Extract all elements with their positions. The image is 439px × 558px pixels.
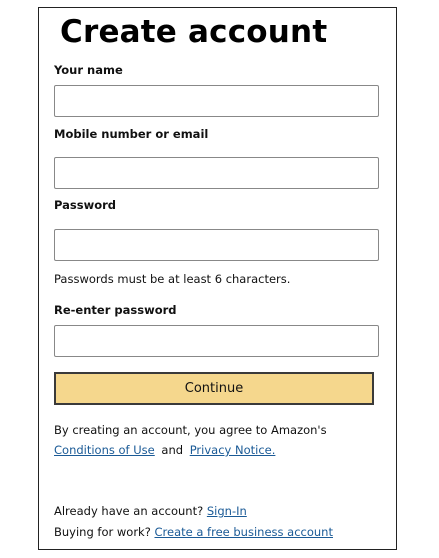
- contact-field[interactable]: [54, 157, 379, 189]
- name-label: Your name: [54, 63, 123, 77]
- sign-in-link[interactable]: Sign-In: [207, 504, 247, 518]
- sign-in-prompt: Already have an account? Sign-In: [54, 504, 247, 518]
- privacy-notice-link[interactable]: Privacy Notice.: [190, 443, 276, 457]
- password-label: Password: [54, 198, 116, 212]
- name-field[interactable]: [54, 85, 379, 117]
- legal-line-1: By creating an account, you agree to Ama…: [54, 423, 327, 437]
- business-prompt: Buying for work? Create a free business …: [54, 525, 333, 539]
- password-hint: Passwords must be at least 6 characters.: [54, 272, 291, 286]
- legal-notice: By creating an account, you agree to Ama…: [54, 420, 327, 460]
- have-account-text: Already have an account?: [54, 504, 204, 518]
- business-account-link[interactable]: Create a free business account: [154, 525, 333, 539]
- reenter-password-field[interactable]: [54, 325, 379, 357]
- and-text: and: [161, 443, 184, 457]
- contact-label: Mobile number or email: [54, 127, 209, 141]
- buying-for-work-text: Buying for work?: [54, 525, 151, 539]
- legal-line-2: Conditions of Use and Privacy Notice.: [54, 440, 327, 460]
- continue-button[interactable]: Continue: [54, 372, 374, 405]
- reenter-password-label: Re-enter password: [54, 303, 177, 317]
- create-account-card: Create account Your name Mobile number o…: [38, 7, 397, 550]
- conditions-of-use-link[interactable]: Conditions of Use: [54, 443, 155, 457]
- page-title: Create account: [60, 14, 328, 50]
- password-field[interactable]: [54, 229, 379, 261]
